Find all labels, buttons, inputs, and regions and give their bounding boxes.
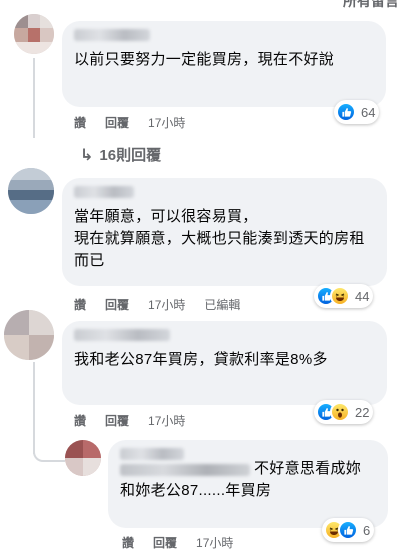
like-button[interactable]: 讚 (74, 296, 86, 313)
surprised-face-icon (330, 402, 350, 422)
reaction-summary[interactable]: 44 (314, 284, 374, 308)
author-name[interactable] (74, 186, 134, 198)
like-button[interactable]: 讚 (74, 114, 86, 131)
avatar[interactable] (4, 310, 54, 360)
comment-actions: 讚 回覆 17小時 (74, 114, 185, 131)
like-button[interactable]: 讚 (122, 534, 134, 551)
author-name[interactable] (74, 329, 170, 341)
avatar[interactable] (65, 440, 101, 476)
view-replies-link[interactable]: ↳ 16則回覆 (80, 144, 161, 165)
reaction-count: 22 (355, 404, 370, 420)
edited-label: 已編輯 (204, 298, 241, 312)
avatar[interactable] (8, 168, 54, 214)
reaction-summary[interactable]: 64 (334, 100, 380, 124)
thumbs-up-icon (338, 520, 358, 540)
reply-arrow-icon: ↳ (80, 146, 94, 164)
mention-blur[interactable] (120, 464, 250, 476)
comment-text: 我和老公87年買房，貸款利率是8%多 (74, 351, 328, 368)
comment-actions: 讚 回覆 17小時 已編輯 (74, 296, 240, 313)
reaction-summary[interactable]: 22 (314, 400, 374, 424)
thread-line (33, 362, 35, 454)
comment-text: 當年願意，可以很容易買， 現在就算願意，大概也只能湊到透天的房租而已 (74, 208, 365, 269)
comment-bubble: 不好意思看成妳和妳老公87......年買房 (108, 440, 388, 528)
avatar[interactable] (14, 14, 54, 54)
reply-button[interactable]: 回覆 (105, 114, 129, 131)
comment-bubble: 當年願意，可以很容易買， 現在就算願意，大概也只能湊到透天的房租而已 (62, 178, 387, 286)
timestamp[interactable]: 17小時 (148, 412, 185, 429)
timestamp[interactable]: 17小時 (196, 534, 233, 551)
comment-actions: 讚 回覆 17小時 (74, 412, 185, 429)
reply-button[interactable]: 回覆 (105, 412, 129, 429)
reaction-summary[interactable]: 6 (322, 518, 375, 542)
reaction-count: 6 (363, 522, 371, 538)
like-button[interactable]: 讚 (74, 412, 86, 429)
comment-bubble: 以前只要努力一定能買房，現在不好說 (62, 21, 386, 107)
comment-actions: 讚 回覆 17小時 (122, 534, 233, 551)
timestamp[interactable]: 17小時 (148, 296, 185, 313)
timestamp[interactable]: 17小時 (148, 114, 185, 131)
thread-line (33, 58, 35, 138)
laughing-face-icon (330, 286, 350, 306)
author-name[interactable] (74, 29, 150, 41)
replies-count-label[interactable]: 16則回覆 (99, 144, 161, 165)
reply-button[interactable]: 回覆 (153, 534, 177, 551)
reaction-count: 64 (361, 104, 376, 120)
author-name[interactable] (120, 448, 184, 460)
thumbs-up-icon (336, 102, 356, 122)
reaction-count: 44 (355, 288, 370, 304)
comment-text: 以前只要努力一定能買房，現在不好說 (74, 51, 335, 68)
comment-bubble: 我和老公87年買房，貸款利率是8%多 (62, 321, 387, 405)
sort-label[interactable]: 所有留言 (343, 0, 399, 11)
reply-button[interactable]: 回覆 (105, 296, 129, 313)
thread-connector (33, 452, 65, 462)
